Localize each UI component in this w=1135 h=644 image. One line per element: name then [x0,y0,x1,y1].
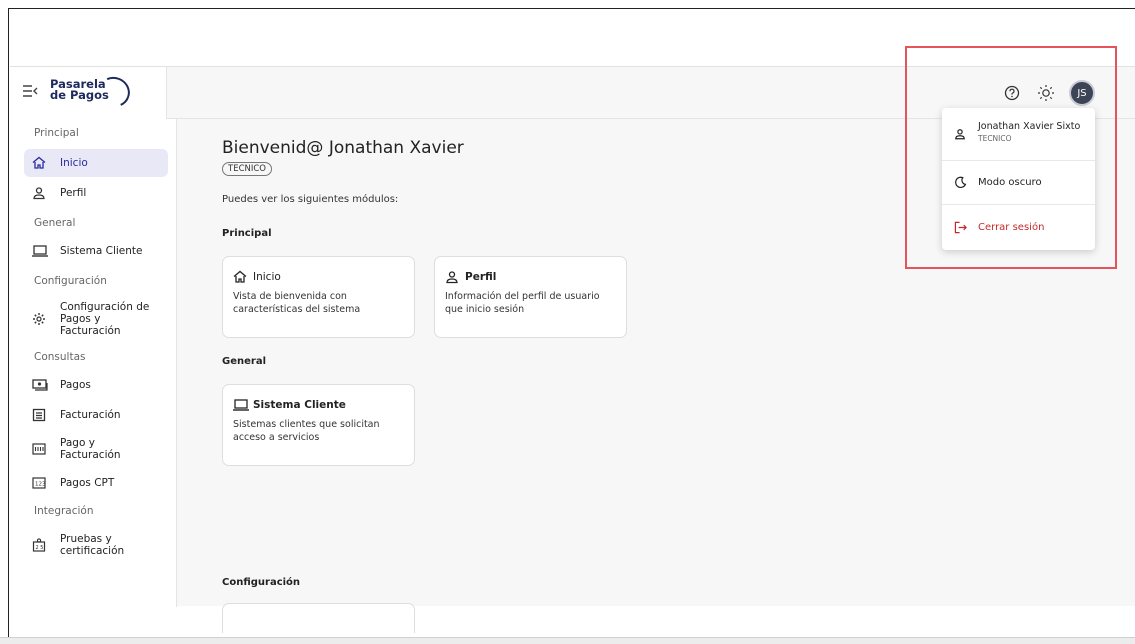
svg-text:123: 123 [35,482,46,488]
user-icon [445,270,465,284]
bottom-band [0,637,1135,644]
sidebar-section-configuracion: Configuración [34,275,107,287]
card-description: Vista de bienvenida con características … [233,291,361,315]
sidebar-item-label: Inicio [60,157,88,169]
sidebar-item-perfil[interactable]: Perfil [24,179,168,207]
card-description: Información del perfil de usuario que in… [445,291,600,315]
logo[interactable]: Pasarela de Pagos [50,72,140,112]
sidebar-item-label: Facturación [60,409,121,421]
page-title: Bienvenid@ Jonathan Xavier [222,138,464,158]
module-card-sistema-cliente[interactable]: Sistema Cliente Sistemas clientes que so… [222,384,415,466]
svg-text:2 5: 2 5 [36,545,44,551]
sidebar-item-pruebas-certificacion[interactable]: 2 5 Pruebas y certificación [24,523,168,567]
home-icon [233,270,253,284]
sidebar-item-label: Sistema Cliente [60,245,143,257]
numbers-123-icon: 123 [32,477,54,489]
menu-collapse-icon[interactable] [22,84,42,102]
sidebar-section-general: General [34,217,76,229]
sidebar-item-label: Pruebas y certificación [60,533,125,557]
sidebar-item-inicio[interactable]: Inicio [24,149,168,177]
sidebar-item-label: Pago y Facturación [60,437,121,461]
module-card-inicio[interactable]: Inicio Vista de bienvenida con caracterí… [222,256,415,338]
sidebar-item-pagos[interactable]: Pagos [24,371,168,399]
money-icon [32,379,54,391]
sidebar-item-pago-facturacion[interactable]: Pago y Facturación [24,429,168,469]
sidebar: Principal Inicio Perfil General Sistema … [10,119,177,607]
home-icon [32,156,54,170]
gear-icon [32,312,54,326]
sidebar-item-label: Perfil [60,187,87,199]
sidebar-section-integracion: Integración [34,505,94,517]
sidebar-item-label: Pagos [60,379,91,391]
logo-area: Pasarela de Pagos [10,67,167,119]
group-title-configuracion: Configuración [222,577,301,588]
card-title-text: Inicio [253,271,281,283]
group-title-general: General [222,356,266,367]
sidebar-item-facturacion[interactable]: Facturación [24,401,168,429]
card-title-text: Perfil [465,271,497,283]
sidebar-section-principal: Principal [34,127,79,139]
sidebar-item-configuracion-pagos[interactable]: Configuración de Pagos y Facturación [24,293,168,345]
sidebar-item-pagos-cpt[interactable]: 123 Pagos CPT [24,469,168,497]
role-badge: TECNICO [222,162,272,176]
sidebar-item-label: Pagos CPT [60,477,115,489]
card-title: Perfil [445,269,616,285]
sidebar-section-consultas: Consultas [34,351,86,363]
module-card-perfil[interactable]: Perfil Información del perfil de usuario… [434,256,627,338]
card-title-text: Sistema Cliente [253,399,346,411]
intro-text: Puedes ver los siguientes módulos: [222,194,399,205]
group-title-principal: Principal [222,228,272,239]
sidebar-item-sistema-cliente[interactable]: Sistema Cliente [24,237,168,265]
user-icon [32,186,54,200]
main-content: Bienvenid@ Jonathan Xavier TECNICO Puede… [220,119,880,633]
card-title: Inicio [233,269,404,285]
card-title: Sistema Cliente [233,397,404,413]
sidebar-item-label: Configuración de Pagos y Facturación [60,301,150,337]
annotation-highlight-box [905,46,1117,269]
module-card-partial[interactable] [222,603,415,633]
laptop-icon [233,399,253,411]
laptop-icon [32,245,54,257]
receipt-icon [32,408,54,422]
numbers-icon [32,443,54,455]
card-description: Sistemas clientes que solicitan acceso a… [233,419,380,443]
certificate-icon: 2 5 [32,538,54,552]
